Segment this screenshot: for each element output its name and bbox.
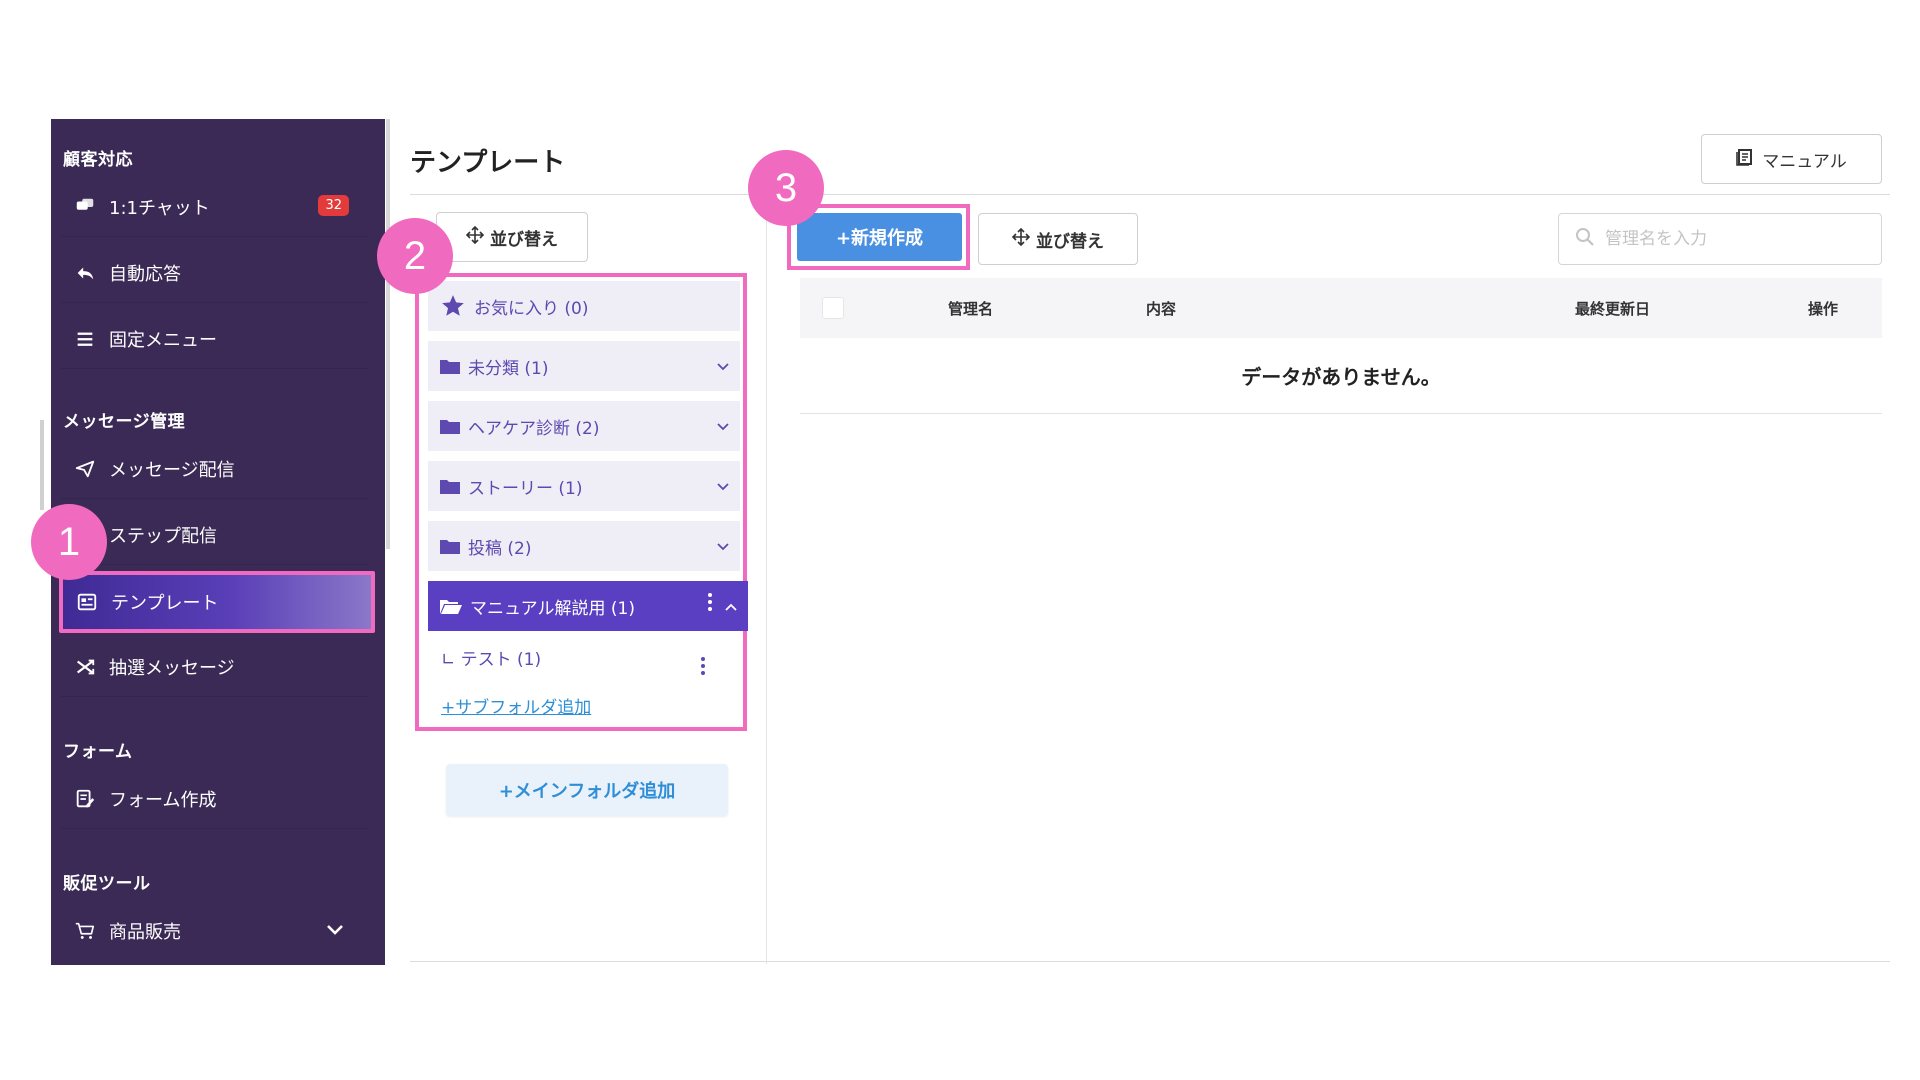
footer-divider — [410, 961, 1890, 962]
sidebar-item-label: フォーム作成 — [109, 789, 217, 811]
column-header-updated[interactable]: 最終更新日 — [1575, 298, 1650, 319]
sidebar-scrollbar[interactable] — [386, 119, 390, 549]
folder-label: ヘアケア診断 (2) — [468, 418, 600, 439]
header-divider — [410, 194, 1890, 195]
folder-icon — [440, 358, 460, 374]
folder-open-icon — [440, 598, 462, 614]
column-header-content[interactable]: 内容 — [1146, 298, 1176, 319]
folder-label: マニュアル解説用 (1) — [470, 598, 635, 619]
section-title-customer: 顧客対応 — [63, 150, 133, 170]
folder-label: 未分類 (1) — [468, 358, 549, 379]
sidebar-item-lottery[interactable]: 抽選メッセージ — [61, 637, 367, 697]
folder-icon — [440, 418, 460, 434]
sidebar-item-label: テンプレート — [111, 593, 219, 614]
add-subfolder-link[interactable]: +サブフォルダ追加 — [441, 693, 591, 718]
chevron-down-icon[interactable] — [716, 357, 730, 377]
sidebar-item-template[interactable]: テンプレート — [59, 571, 375, 633]
chevron-down-icon[interactable] — [716, 537, 730, 557]
move-icon — [465, 225, 485, 249]
sidebar-item-label: 固定メニュー — [109, 329, 217, 351]
chevron-down-icon[interactable] — [325, 921, 345, 942]
manual-button-label: マニュアル — [1762, 151, 1847, 172]
subfolder-test[interactable]: ∟ テスト (1) — [441, 645, 541, 670]
chevron-down-icon[interactable] — [716, 417, 730, 437]
folder-label: お気に入り (0) — [474, 298, 589, 319]
column-divider — [766, 196, 767, 964]
cart-icon — [73, 919, 97, 943]
folder-icon — [440, 478, 460, 494]
sidebar-item-form-create[interactable]: フォーム作成 — [61, 769, 367, 829]
sidebar-item-label: 自動応答 — [109, 263, 181, 285]
search-input[interactable] — [1605, 229, 1855, 249]
folder-label: ストーリー (1) — [468, 478, 583, 499]
search-icon — [1575, 227, 1595, 251]
sidebar-item-auto-reply[interactable]: 自動応答 — [61, 243, 367, 303]
section-title-message: メッセージ管理 — [63, 412, 186, 432]
sidebar-item-fixed-menu[interactable]: 固定メニュー — [61, 309, 367, 369]
folder-favorites[interactable]: お気に入り (0) — [428, 281, 740, 331]
sidebar-item-label: ステップ配信 — [109, 525, 217, 547]
page-title: テンプレート — [410, 148, 566, 178]
sidebar-scroll-indicator — [40, 420, 44, 510]
form-edit-icon — [73, 787, 97, 811]
move-icon — [1011, 227, 1031, 251]
app: 顧客対応 1:1チャット 32 自動応答 固定メニュー メッセージ管理 メッセー… — [0, 0, 1920, 1080]
chevron-up-icon[interactable] — [724, 597, 738, 617]
menu-icon — [73, 327, 97, 351]
folder-post[interactable]: 投稿 (2) — [428, 521, 740, 571]
folder-menu-icon[interactable] — [708, 593, 712, 611]
chevron-down-icon[interactable] — [716, 477, 730, 497]
chat-icon — [73, 195, 97, 219]
manual-button[interactable]: マニュアル — [1701, 134, 1882, 184]
callout-1: 1 — [31, 504, 107, 580]
folder-uncategorized[interactable]: 未分類 (1) — [428, 341, 740, 391]
column-header-name[interactable]: 管理名 — [948, 298, 993, 319]
sidebar-item-chat[interactable]: 1:1チャット 32 — [61, 177, 367, 237]
folder-icon — [440, 538, 460, 554]
table-header: 管理名 内容 最終更新日 操作 — [800, 278, 1882, 338]
sidebar-item-label: 1:1チャット — [109, 197, 210, 219]
sort-label: 並び替え — [490, 229, 558, 250]
sort-label: 並び替え — [1036, 231, 1104, 252]
book-icon — [1736, 148, 1754, 171]
folder-story[interactable]: ストーリー (1) — [428, 461, 740, 511]
section-title-promo: 販促ツール — [63, 874, 151, 894]
sidebar-item-message-delivery[interactable]: メッセージ配信 — [61, 439, 367, 499]
section-title-form: フォーム — [63, 742, 133, 762]
template-sort-button[interactable]: 並び替え — [978, 213, 1138, 265]
folder-haircare[interactable]: ヘアケア診断 (2) — [428, 401, 740, 451]
folder-manual[interactable]: マニュアル解説用 (1) — [428, 581, 748, 631]
unread-badge: 32 — [318, 195, 349, 216]
sidebar-item-label: 商品販売 — [109, 922, 181, 943]
search-box — [1558, 213, 1882, 265]
folder-list: お気に入り (0) 未分類 (1) ヘアケア診断 (2) ストーリー (1) 投… — [415, 273, 748, 731]
sidebar-item-product-sales[interactable]: 商品販売 — [61, 901, 367, 961]
column-header-action: 操作 — [1808, 300, 1839, 318]
callout-3: 3 — [748, 150, 824, 226]
sidebar-item-label: メッセージ配信 — [109, 459, 235, 481]
star-icon — [440, 293, 466, 319]
subfolder-menu-icon[interactable] — [701, 657, 705, 675]
select-all-checkbox[interactable] — [822, 297, 844, 319]
reply-icon — [73, 261, 97, 285]
template-icon — [75, 590, 99, 614]
shuffle-icon — [73, 655, 97, 679]
empty-state-message: データがありません。 — [800, 338, 1882, 414]
send-icon — [73, 457, 97, 481]
callout-2: 2 — [377, 218, 453, 294]
sidebar-item-label: 抽選メッセージ — [109, 657, 235, 679]
folder-sort-button[interactable]: 並び替え — [436, 212, 588, 262]
sidebar-item-step-delivery[interactable]: ステップ配信 — [61, 505, 367, 565]
folder-label: 投稿 (2) — [468, 538, 532, 559]
new-template-button[interactable]: +新規作成 — [797, 213, 962, 261]
add-main-folder-button[interactable]: +メインフォルダ追加 — [446, 764, 728, 816]
